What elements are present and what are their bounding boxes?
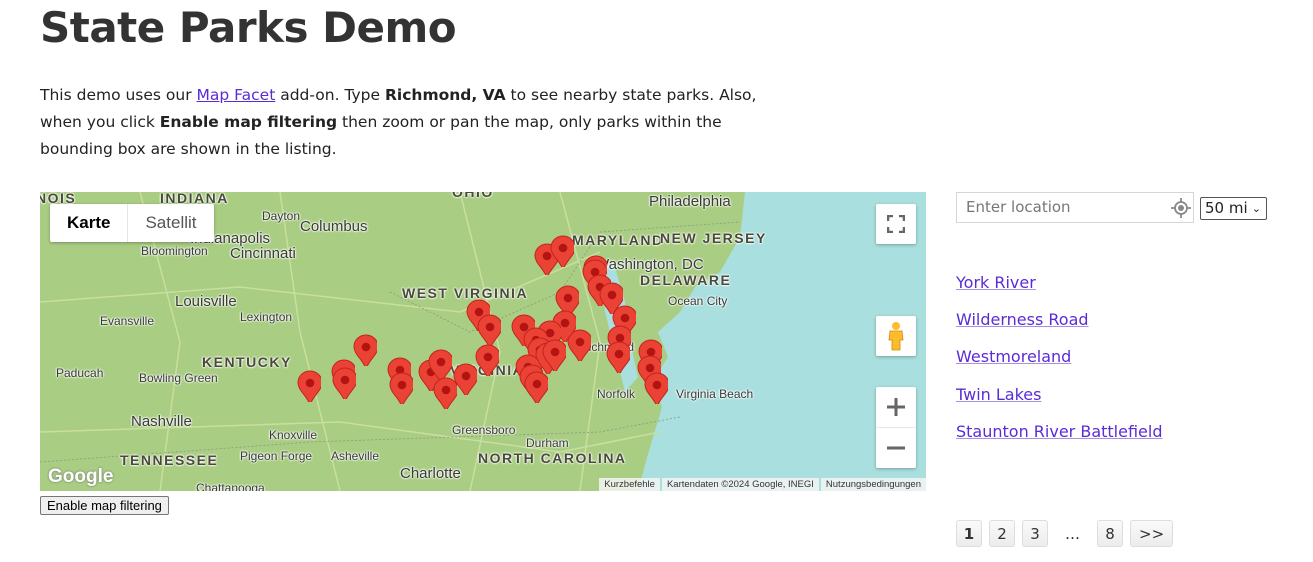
zoom-out-icon [887, 446, 905, 450]
map-label: NORTH CAROLINA [478, 450, 627, 466]
map-label: Dayton [262, 209, 301, 223]
map-label: DELAWARE [640, 272, 732, 288]
result-link[interactable]: Wilderness Road [956, 301, 1162, 338]
result-link[interactable]: Westmoreland [956, 338, 1162, 375]
intro-text: This demo uses our Map Facet add-on. Typ… [40, 82, 780, 163]
map-label: Louisville [175, 293, 237, 310]
map-label: Knoxville [269, 428, 318, 442]
map-data-credit: Kartendaten ©2024 Google, INEGI [661, 478, 819, 491]
intro-bold: Enable map filtering [159, 113, 338, 131]
intro-part: add-on. Type [275, 86, 385, 104]
map[interactable]: INDIANA OHIO WEST VIRGINIA KENTUCKY TENNESSE… [40, 192, 926, 491]
keyboard-shortcuts-link[interactable]: Kurzbefehle [599, 478, 660, 491]
park-marker[interactable] [524, 371, 548, 403]
map-label: Durham [526, 436, 569, 450]
radius-value: 50 mi [1205, 199, 1248, 217]
pegman-icon [888, 322, 904, 351]
result-link[interactable]: Twin Lakes [956, 376, 1162, 413]
park-marker[interactable] [389, 372, 413, 404]
results-list: York River Wilderness Road Westmoreland … [956, 264, 1162, 450]
park-marker[interactable] [644, 372, 668, 404]
zoom-control [876, 387, 916, 468]
map-label: OHIO [452, 192, 494, 200]
page: State Parks Demo This demo uses our Map … [0, 0, 1313, 562]
park-marker[interactable] [453, 363, 477, 395]
park-marker[interactable] [550, 235, 574, 267]
intro-part: This demo uses our [40, 86, 197, 104]
map-label: Cincinnati [230, 245, 296, 262]
park-marker[interactable] [606, 341, 630, 373]
map-label: Bowling Green [139, 371, 218, 385]
map-label: Columbus [300, 218, 368, 235]
park-marker[interactable] [353, 334, 377, 366]
radius-select[interactable]: 50 mi ⌄ [1200, 197, 1267, 220]
fullscreen-icon [887, 215, 905, 233]
map-label: Evansville [100, 314, 155, 328]
map-label: Norfolk [597, 387, 636, 401]
map-facet-link[interactable]: Map Facet [197, 86, 276, 104]
result-link[interactable]: Staunton River Battlefield [956, 413, 1162, 450]
map-label: MARYLAND [572, 232, 664, 248]
locate-me-icon[interactable] [1171, 198, 1191, 218]
map-attribution: Kurzbefehle Kartendaten ©2024 Google, IN… [597, 478, 926, 491]
map-type-control: Karte Satellit [50, 204, 214, 242]
map-label: TENNESSEE [120, 452, 219, 468]
park-marker[interactable] [475, 344, 499, 376]
park-marker[interactable] [477, 314, 501, 346]
zoom-in-button[interactable] [876, 387, 916, 428]
map-label: Asheville [331, 449, 380, 463]
page-2-button[interactable]: 2 [989, 520, 1015, 547]
next-page-button[interactable]: >> [1130, 520, 1174, 547]
map-label: Lexington [240, 310, 293, 324]
map-label: Paducah [56, 366, 104, 380]
page-3-button[interactable]: 3 [1022, 520, 1048, 547]
map-label: Nashville [131, 413, 192, 430]
pagination-ellipsis: … [1065, 524, 1080, 543]
map-label: NEW JERSEY [660, 230, 767, 246]
park-marker[interactable] [332, 367, 356, 399]
chevron-down-icon: ⌄ [1251, 202, 1261, 215]
zoom-in-icon [887, 398, 905, 416]
map-label: Ocean City [668, 294, 728, 308]
park-marker[interactable] [297, 370, 321, 402]
page-1-button[interactable]: 1 [956, 520, 982, 547]
map-label: Pigeon Forge [240, 449, 313, 463]
pagination: 1 2 3 … 8 >> [956, 520, 1174, 547]
enable-map-filtering-button[interactable]: Enable map filtering [40, 496, 169, 515]
map-label: Virginia Beach [676, 387, 754, 401]
fullscreen-button[interactable] [876, 204, 916, 244]
map-label: Philadelphia [649, 193, 731, 210]
terms-link[interactable]: Nutzungsbedingungen [820, 478, 926, 491]
street-view-button[interactable] [876, 316, 916, 356]
map-label: Chattanooga [196, 481, 265, 491]
zoom-out-button[interactable] [876, 428, 916, 468]
map-type-karte[interactable]: Karte [50, 204, 129, 242]
park-marker[interactable] [542, 339, 566, 371]
map-label: Greensboro [452, 423, 516, 437]
intro-bold: Richmond, VA [384, 86, 506, 104]
map-label: KENTUCKY [202, 354, 292, 370]
result-link[interactable]: York River [956, 264, 1162, 301]
location-input[interactable]: Enter location [956, 192, 1194, 223]
map-label: Washington, DC [595, 256, 704, 273]
page-title: State Parks Demo [40, 3, 457, 52]
page-8-button[interactable]: 8 [1097, 520, 1123, 547]
map-label: Charlotte [400, 465, 461, 482]
google-logo: Google [48, 466, 114, 487]
map-type-satellit[interactable]: Satellit [128, 204, 213, 242]
